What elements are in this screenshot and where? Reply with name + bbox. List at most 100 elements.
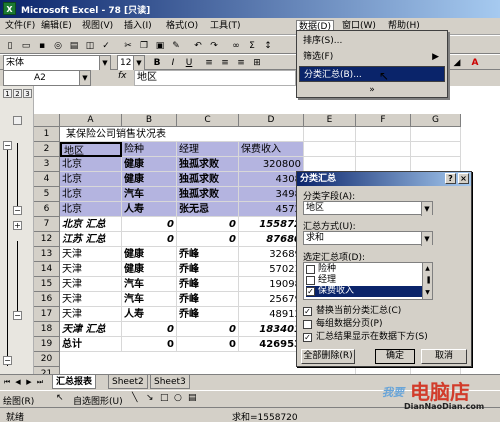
empty-cell[interactable] <box>411 157 461 172</box>
cancel-button[interactable]: 取消 <box>421 349 467 364</box>
checkbox-icon[interactable] <box>303 320 312 329</box>
data-cell[interactable]: 健康 <box>122 157 177 172</box>
row-header[interactable]: 4 <box>34 172 60 187</box>
data-cell[interactable]: 乔峰 <box>177 262 239 277</box>
column-header-e[interactable]: E <box>304 114 356 127</box>
open-icon[interactable]: ▭ <box>19 39 33 53</box>
data-cell[interactable]: 独孤求败 <box>177 157 239 172</box>
data-cell[interactable]: 48912 <box>239 307 304 322</box>
data-cell[interactable]: 天津 <box>60 307 122 322</box>
ok-button[interactable]: 确定 <box>375 349 415 364</box>
arrow-icon[interactable]: ↘ <box>146 393 154 403</box>
data-cell[interactable]: 健康 <box>122 172 177 187</box>
align-left-icon[interactable]: ≡ <box>202 56 216 70</box>
merge-center-icon[interactable]: ⊞ <box>250 56 264 70</box>
row-header[interactable]: 14 <box>34 262 60 277</box>
empty-cell[interactable] <box>411 142 461 157</box>
data-cell[interactable]: 北京 汇总 <box>60 217 122 232</box>
row-header[interactable]: 12 <box>34 232 60 247</box>
data-cell[interactable]: 32689 <box>239 247 304 262</box>
autoshapes-menu[interactable]: 自选图形(U) <box>73 394 123 407</box>
option-summary-below[interactable]: ✓ 汇总结果显示在数据下方(S) <box>303 332 428 343</box>
data-cell[interactable]: 独孤求败 <box>177 187 239 202</box>
collapse-icon[interactable]: − <box>13 311 22 320</box>
outline-level-3[interactable]: 3 <box>23 89 32 98</box>
collapse-icon[interactable]: − <box>3 356 12 365</box>
data-cell[interactable]: 0 <box>177 322 239 337</box>
select-all-corner[interactable] <box>34 114 60 127</box>
row-header[interactable]: 13 <box>34 247 60 262</box>
save-icon[interactable]: ▪ <box>35 39 49 53</box>
bold-icon[interactable]: B <box>150 56 164 70</box>
close-icon[interactable]: × <box>458 173 469 184</box>
font-select[interactable]: 宋体 ▼ <box>3 55 111 71</box>
sheet-title[interactable]: 某保险公司销售状况表 <box>60 127 304 142</box>
empty-cell[interactable] <box>411 127 461 142</box>
row-header[interactable]: 6 <box>34 202 60 217</box>
outline-level-2[interactable]: 2 <box>13 89 22 98</box>
tab-next-icon[interactable]: ▶ <box>24 377 34 388</box>
option-page-break[interactable]: 每组数据分页(P) <box>303 319 382 330</box>
empty-cell[interactable] <box>356 127 411 142</box>
data-cell[interactable]: 北京 <box>60 172 122 187</box>
data-cell[interactable]: 4308 <box>239 172 304 187</box>
data-cell[interactable]: 北京 <box>60 157 122 172</box>
rectangle-icon[interactable]: □ <box>160 393 169 403</box>
menu-item-subtotals[interactable]: 分类汇总(B)... <box>299 66 445 82</box>
row-header[interactable]: 2 <box>34 142 60 157</box>
column-header-f[interactable]: F <box>356 114 411 127</box>
data-cell[interactable]: 0 <box>122 337 177 352</box>
format-painter-icon[interactable]: ✎ <box>169 39 183 53</box>
autosum-icon[interactable]: Σ <box>245 39 259 53</box>
data-cell[interactable]: 57023 <box>239 262 304 277</box>
row-header[interactable]: 19 <box>34 337 60 352</box>
hyperlink-icon[interactable]: ∞ <box>229 39 243 53</box>
row-header[interactable]: 3 <box>34 157 60 172</box>
select-objects-icon[interactable]: ↖ <box>56 393 64 403</box>
menu-insert[interactable]: 插入(I) <box>122 20 154 33</box>
fx-icon[interactable]: fx <box>118 71 127 81</box>
data-cell[interactable]: 0 <box>122 322 177 337</box>
row-header[interactable]: 18 <box>34 322 60 337</box>
tab-last-icon[interactable]: ⏭ <box>35 377 45 388</box>
oval-icon[interactable]: ○ <box>174 393 182 403</box>
data-cell[interactable]: 0 <box>177 217 239 232</box>
tab-prev-icon[interactable]: ◀ <box>13 377 23 388</box>
menu-file[interactable]: 文件(F) <box>3 20 37 33</box>
row-header[interactable]: 16 <box>34 292 60 307</box>
data-cell[interactable]: 北京 <box>60 202 122 217</box>
data-cell[interactable]: 乔峰 <box>177 277 239 292</box>
tab-sheet2[interactable]: Sheet2 <box>108 375 148 389</box>
undo-icon[interactable]: ↶ <box>191 39 205 53</box>
data-cell[interactable]: 0 <box>177 232 239 247</box>
data-cell[interactable]: 183401 <box>239 322 304 337</box>
textbox-icon[interactable]: ▤ <box>188 393 197 403</box>
column-header-a[interactable]: A <box>60 114 122 127</box>
data-cell[interactable]: 独孤求败 <box>177 172 239 187</box>
checkbox-icon[interactable] <box>306 276 315 285</box>
data-cell[interactable]: 25679 <box>239 292 304 307</box>
header-cell[interactable]: 险种 <box>122 142 177 157</box>
cut-icon[interactable]: ✂ <box>121 39 135 53</box>
column-header-b[interactable]: B <box>122 114 177 127</box>
data-cell[interactable]: 乔峰 <box>177 247 239 262</box>
subtotal-items-list[interactable]: 险种 经理 ✓ 保费收入 ▲ ▐ ▼ <box>303 262 433 300</box>
data-cell[interactable]: 健康 <box>122 247 177 262</box>
row-header[interactable]: 5 <box>34 187 60 202</box>
row-header[interactable]: 7 <box>34 217 60 232</box>
menu-format[interactable]: 格式(O) <box>164 20 200 33</box>
menu-expand-icon[interactable]: » <box>299 82 445 98</box>
data-cell[interactable]: 乔峰 <box>177 292 239 307</box>
expand-icon[interactable]: + <box>13 221 22 230</box>
data-cell[interactable]: 320800 <box>239 157 304 172</box>
outline-level-1[interactable]: 1 <box>3 89 12 98</box>
permission-icon[interactable]: ◎ <box>51 39 65 53</box>
line-icon[interactable]: ╲ <box>132 393 137 403</box>
row-header[interactable]: 15 <box>34 277 60 292</box>
empty-cell[interactable] <box>356 157 411 172</box>
row-header[interactable]: 1 <box>34 127 60 142</box>
empty-cell[interactable] <box>304 157 356 172</box>
align-right-icon[interactable]: ≡ <box>234 56 248 70</box>
data-cell[interactable]: 天津 <box>60 262 122 277</box>
font-size-select[interactable]: 12 ▼ <box>117 55 145 71</box>
